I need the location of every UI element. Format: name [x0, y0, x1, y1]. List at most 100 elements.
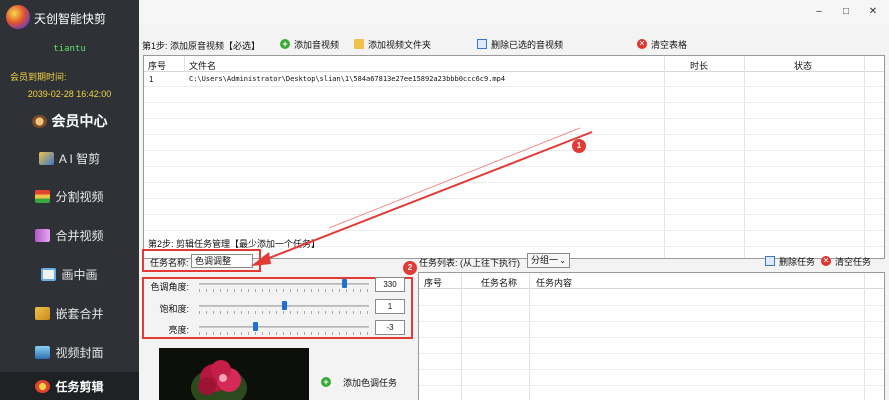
remove-task-button[interactable]: 删除任务: [765, 254, 815, 268]
sidebar-item-nest[interactable]: 嵌套合并: [0, 294, 139, 332]
pip-icon: [41, 267, 57, 281]
sidebar-item-label: 视频封面: [55, 345, 104, 360]
clear-icon: ✕: [821, 256, 831, 266]
sidebar-item-label: 会员中心: [51, 114, 108, 130]
row-line: [144, 86, 884, 87]
sidebar-item-pip[interactable]: 画中画: [0, 255, 139, 293]
annotation-badge-2: 2: [403, 261, 417, 275]
row-line: [144, 230, 884, 231]
sidebar-item-label: A I 智剪: [58, 151, 101, 166]
ai-icon: [38, 151, 54, 165]
row-index: 1: [149, 75, 154, 84]
button-label: 添加色调任务: [343, 377, 398, 388]
sidebar: 天创智能快剪 tiantu 会员到期时间: 2039-02-28 16:42:0…: [0, 0, 139, 400]
row-line: [144, 214, 884, 215]
expire-date: 2039-02-28 16:42:00: [27, 89, 112, 99]
chevron-down-icon: ⌄: [559, 256, 566, 265]
maximize-button[interactable]: □: [838, 4, 854, 18]
sidebar-item-label: 任务剪辑: [55, 379, 104, 394]
close-button[interactable]: ✕: [865, 4, 881, 18]
row-line: [144, 150, 884, 151]
add-video-button[interactable]: + 添加音视频: [280, 37, 339, 51]
title-bar: – □ ✕: [139, 0, 889, 24]
button-label: 添加视频文件夹: [368, 39, 432, 50]
merge-icon: [35, 228, 51, 242]
plus-icon: +: [280, 39, 290, 49]
col-filename: 文件名: [189, 61, 217, 71]
sidebar-item-split[interactable]: 分割视频: [0, 177, 139, 215]
button-label: 添加音视频: [294, 39, 340, 50]
sidebar-item-merge[interactable]: 合并视频: [0, 216, 139, 254]
add-color-task-button[interactable]: + 添加色调任务: [321, 375, 397, 389]
button-label: 删除任务: [779, 256, 816, 267]
saturation-label: 饱和度:: [159, 304, 189, 314]
row-line: [144, 102, 884, 103]
member-icon: [31, 114, 47, 128]
brightness-label: 亮度:: [168, 325, 189, 335]
row-line: [144, 182, 884, 183]
app-logo: [6, 5, 30, 29]
annotation-badge-1: 1: [572, 139, 586, 153]
app-title: 天创智能快剪: [34, 12, 107, 26]
minimize-button[interactable]: –: [811, 4, 827, 18]
app-window: 天创智能快剪 tiantu 会员到期时间: 2039-02-28 16:42:0…: [0, 0, 889, 400]
clear-task-button[interactable]: ✕ 清空任务: [821, 254, 871, 268]
row-line: [144, 134, 884, 135]
main-panel: 第1步: 添加原音视频【必选】 + 添加音视频 添加视频文件夹 删除已选的音视频…: [139, 24, 889, 400]
row-line: [144, 118, 884, 119]
expire-label: 会员到期时间:: [10, 72, 67, 82]
task-table: 序号 任务名称 任务内容: [418, 272, 885, 400]
plus-icon: +: [321, 377, 331, 387]
task-icon: [35, 379, 51, 393]
sidebar-item-member[interactable]: 会员中心: [0, 102, 139, 140]
brightness-slider-thumb[interactable]: [253, 322, 259, 331]
file-table-header: 序号 文件名 时长 状态: [144, 56, 884, 72]
col-divider: [184, 56, 185, 72]
brightness-value-input[interactable]: -3: [375, 320, 405, 335]
row-filename: C:\Users\Administrator\Desktop\slian\1\5…: [189, 75, 506, 83]
flower-image: [159, 348, 309, 400]
task-list-label: 任务列表: (从上往下执行): [419, 258, 520, 268]
sidebar-item-task[interactable]: 任务剪辑: [0, 372, 139, 400]
username: tiantu: [53, 44, 86, 54]
annotation-box-task-name: [142, 249, 261, 272]
hue-value-input[interactable]: 330: [375, 277, 405, 292]
row-line: [419, 321, 884, 322]
hue-label: 色调角度:: [150, 282, 189, 292]
group-select[interactable]: 分组一 ⌄: [527, 253, 570, 268]
delete-icon: [765, 256, 775, 266]
hue-slider-ticks: [199, 289, 369, 292]
folder-icon: [354, 39, 364, 49]
button-label: 清空任务: [835, 256, 872, 267]
row-line: [419, 369, 884, 370]
col-task-content: 任务内容: [536, 278, 573, 288]
remove-selected-button[interactable]: 删除已选的音视频: [477, 37, 563, 51]
task-table-header: 序号 任务名称 任务内容: [419, 273, 884, 289]
file-table: 序号 文件名 时长 状态 1 C:\Users\Administrator\De…: [143, 55, 885, 259]
sidebar-item-ai[interactable]: A I 智剪: [0, 139, 139, 177]
cover-icon: [35, 345, 51, 359]
clear-table-button[interactable]: ✕ 清空表格: [637, 37, 687, 51]
col-status: 状态: [794, 61, 813, 71]
saturation-slider-thumb[interactable]: [282, 301, 287, 310]
col-duration: 时长: [690, 61, 709, 71]
col-index: 序号: [424, 278, 443, 288]
button-label: 删除已选的音视频: [491, 39, 564, 50]
brightness-slider-track[interactable]: [199, 326, 369, 328]
saturation-slider-ticks: [199, 311, 369, 314]
sidebar-item-cover[interactable]: 视频封面: [0, 333, 139, 371]
delete-icon: [477, 39, 487, 49]
saturation-value-input[interactable]: 1: [375, 299, 405, 314]
row-line: [419, 353, 884, 354]
sidebar-item-label: 嵌套合并: [55, 306, 104, 321]
sidebar-item-label: 画中画: [61, 267, 98, 282]
col-index: 序号: [148, 61, 167, 71]
sidebar-item-label: 合并视频: [55, 228, 104, 243]
row-line: [419, 337, 884, 338]
split-icon: [35, 189, 51, 203]
hue-slider-thumb[interactable]: [341, 279, 347, 288]
row-line: [419, 385, 884, 386]
add-folder-button[interactable]: 添加视频文件夹: [354, 37, 431, 51]
brightness-slider-ticks: [199, 332, 369, 335]
nest-icon: [35, 306, 51, 320]
